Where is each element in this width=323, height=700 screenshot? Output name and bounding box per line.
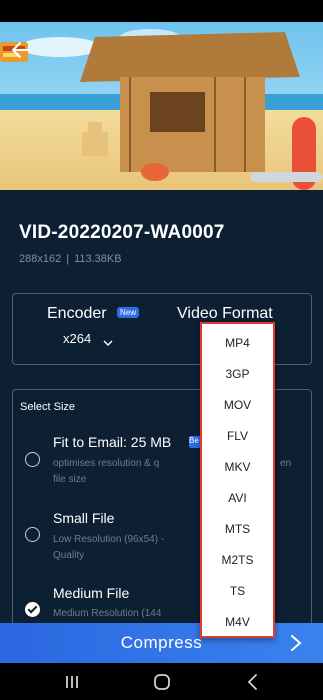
system-nav-bar [0,663,323,700]
format-option-m4v[interactable]: M4V [202,607,273,638]
video-thumbnail-image [0,22,323,190]
format-option-m2ts[interactable]: M2TS [202,545,273,576]
chevron-down-icon[interactable] [103,334,113,346]
status-bar [0,0,323,22]
back-icon[interactable] [243,672,263,692]
video-meta: 288x162 | 113.38KB [19,253,122,265]
meta-separator: | [66,253,70,265]
option-title-fit-to-email[interactable]: Fit to Email: 25 MB [53,434,171,450]
format-option-3gp[interactable]: 3GP [202,359,273,390]
video-title: VID-20220207-WA0007 [19,222,225,243]
video-preview[interactable] [0,22,323,190]
select-size-heading: Select Size [20,401,76,413]
radio-small-file[interactable] [25,527,40,542]
video-resolution: 288x162 [19,253,62,265]
back-arrow-icon[interactable] [10,40,32,60]
chevron-right-icon [290,634,302,652]
video-size: 113.38KB [74,253,122,265]
video-format-label[interactable]: Video Format [177,305,273,323]
recent-apps-icon[interactable] [62,672,82,692]
format-option-avi[interactable]: AVI [202,483,273,514]
encoder-label: Encoder [47,305,107,322]
video-format-dropdown[interactable]: MP4 3GP MOV FLV MKV AVI MTS M2TS TS M4V [200,322,275,638]
option-title-small-file[interactable]: Small File [53,510,114,526]
format-option-mkv[interactable]: MKV [202,452,273,483]
format-option-mov[interactable]: MOV [202,390,273,421]
format-option-flv[interactable]: FLV [202,421,273,452]
home-icon[interactable] [152,672,172,692]
format-option-mp4[interactable]: MP4 [202,328,273,359]
new-badge: New [117,307,140,318]
encoder-select[interactable]: x264 [63,331,91,346]
option-title-medium-file[interactable]: Medium File [53,585,129,601]
radio-medium-file[interactable] [25,602,40,617]
radio-fit-to-email[interactable] [25,452,40,467]
format-option-ts[interactable]: TS [202,576,273,607]
format-option-mts[interactable]: MTS [202,514,273,545]
